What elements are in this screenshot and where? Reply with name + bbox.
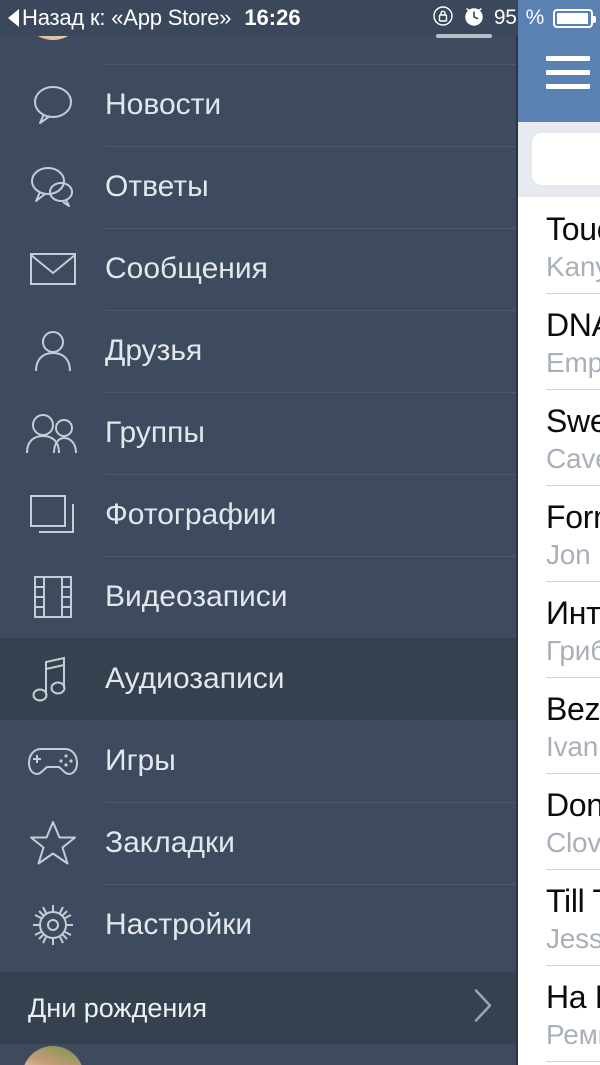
sidebar-item-label: Ответы <box>105 170 209 203</box>
home-indicator <box>436 34 492 38</box>
music-note-icon <box>0 655 105 703</box>
people-icon <box>0 411 105 455</box>
audio-list-panel: Touch the Sky Kanye West DNA Empire of t… <box>518 0 600 1065</box>
sidebar-item-friends[interactable]: Друзья <box>0 310 518 392</box>
star-icon <box>0 820 105 866</box>
track-artist: Clover <box>546 826 600 858</box>
sidebar-item-label: Видеозаписи <box>105 580 288 613</box>
app-screen: Новости Ответы Сообщения Друзья Группы Ф… <box>0 0 600 1065</box>
sidebar-item-label: Фотографии <box>105 498 277 531</box>
gamepad-icon <box>0 744 105 778</box>
sidebar-item-label: Закладки <box>105 826 235 859</box>
percent-sign-label: % <box>525 6 545 29</box>
photos-icon <box>0 494 105 536</box>
sidebar-menu: Новости Ответы Сообщения Друзья Группы Ф… <box>0 0 518 1065</box>
track-title: DNA <box>546 307 600 343</box>
rotation-lock-icon <box>432 5 454 32</box>
sidebar-item-bookmarks[interactable]: Закладки <box>0 802 518 884</box>
envelope-icon <box>0 251 105 287</box>
list-item[interactable]: На Нефтяной Игле Ремикс <box>518 965 600 1061</box>
list-item[interactable]: Touch the Sky Kanye West <box>518 197 600 293</box>
sidebar-item-label: Новости <box>105 88 222 121</box>
sidebar-item-messages[interactable]: Сообщения <box>0 228 518 310</box>
track-artist: Jessie <box>546 922 600 954</box>
list-item[interactable]: Till The End Jessie <box>518 869 600 965</box>
gear-icon <box>0 901 105 949</box>
track-title: Formula <box>546 499 600 535</box>
track-artist: Ремикс <box>546 1018 600 1050</box>
track-artist: Cavematics <box>546 442 600 474</box>
list-item[interactable]: Интервью Грибы <box>518 581 600 677</box>
back-label[interactable]: Назад к: «App Store» <box>22 5 232 31</box>
track-artist: Kanye West <box>546 250 600 282</box>
track-list-divider <box>546 1061 600 1062</box>
search-bar-area <box>518 122 600 197</box>
film-strip-icon <box>0 575 105 619</box>
track-title: На Нефтяной Игле <box>546 979 600 1015</box>
track-artist: Ivan <box>546 730 599 762</box>
birthdays-label: Дни рождения <box>28 992 207 1023</box>
sidebar-item-photos[interactable]: Фотографии <box>0 474 518 556</box>
list-item[interactable]: DNA Empire of the Sun <box>518 293 600 389</box>
clock-label: 16:26 <box>244 5 301 30</box>
sidebar-item-label: Настройки <box>105 908 253 941</box>
battery-percent-label: 95 <box>493 6 517 29</box>
list-item[interactable]: Formula Jon <box>518 485 600 581</box>
list-item[interactable]: Sweet Dreams Cavematics <box>518 389 600 485</box>
alarm-clock-icon <box>463 5 485 32</box>
track-title: Интервью <box>546 595 600 631</box>
track-title: Touch the Sky <box>546 211 600 247</box>
sidebar-edge-divider <box>516 0 518 1065</box>
two-bubbles-icon <box>0 165 105 209</box>
hamburger-menu-icon[interactable] <box>546 56 590 90</box>
speech-bubble-icon <box>0 84 105 126</box>
sidebar-item-news[interactable]: Новости <box>0 64 518 146</box>
sidebar-item-games[interactable]: Игры <box>0 720 518 802</box>
track-title: Don't <box>546 787 600 823</box>
track-title: Sweet Dreams <box>546 403 600 439</box>
sidebar-item-groups[interactable]: Группы <box>0 392 518 474</box>
sidebar-item-label: Аудиозаписи <box>105 662 285 695</box>
sidebar-item-birthdays[interactable]: Дни рождения <box>0 972 518 1044</box>
sidebar-item-label: Игры <box>105 744 176 777</box>
status-bar-right: 95 % <box>432 0 596 36</box>
sidebar-item-answers[interactable]: Ответы <box>0 146 518 228</box>
status-bar-left: Назад к: «App Store» 16:26 <box>8 0 301 36</box>
track-artist: Грибы <box>546 634 600 666</box>
sidebar-item-settings[interactable]: Настройки <box>0 884 518 966</box>
sidebar-item-label: Группы <box>105 416 205 449</box>
chevron-right-icon <box>472 988 494 1029</box>
status-bar: Назад к: «App Store» 16:26 95 % <box>0 0 600 36</box>
person-icon <box>0 329 105 373</box>
sidebar-item-list: Новости Ответы Сообщения Друзья Группы Ф… <box>0 64 518 966</box>
sidebar-item-label: Сообщения <box>105 252 268 285</box>
avatar[interactable] <box>22 1046 84 1065</box>
track-artist: Empire of the Sun <box>546 346 600 378</box>
list-item[interactable]: Bez Ivan <box>518 677 600 773</box>
track-list: Touch the Sky Kanye West DNA Empire of t… <box>518 197 600 1061</box>
back-arrow-icon[interactable] <box>8 9 19 27</box>
track-artist: Jon <box>546 538 591 570</box>
track-title: Bez <box>546 691 600 727</box>
search-input[interactable] <box>532 133 600 185</box>
sidebar-item-label: Друзья <box>105 334 203 367</box>
sidebar-item-audio[interactable]: Аудиозаписи <box>0 638 518 720</box>
list-item[interactable]: Don't Clover <box>518 773 600 869</box>
track-title: Till The End <box>546 883 600 919</box>
sidebar-item-videos[interactable]: Видеозаписи <box>0 556 518 638</box>
battery-icon <box>553 8 596 28</box>
